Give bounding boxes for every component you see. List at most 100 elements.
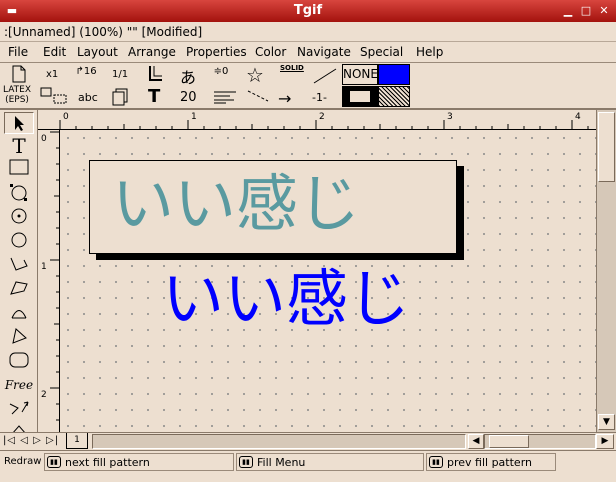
rectangle-tool-icon[interactable] <box>4 158 34 180</box>
redraw-button[interactable]: Redraw <box>4 456 41 467</box>
last-page-icon[interactable]: ▷| <box>46 435 59 446</box>
scroll-down-icon[interactable]: ▼ <box>598 414 615 430</box>
status-right-panel: ▮▮ prev fill pattern <box>426 453 556 471</box>
prev-page-icon[interactable]: ◁ <box>20 435 29 446</box>
oval-corner-tool-icon[interactable] <box>4 182 34 204</box>
latex-eps-button[interactable]: LATEX (EPS) <box>3 85 31 105</box>
eps-label: (EPS) <box>5 95 29 105</box>
toolbar: x1 ↱16 1/1 あ ≑0 ☆ SOLID NONE LATEX (EPS)… <box>0 63 616 110</box>
copy-page-icon[interactable] <box>112 87 130 107</box>
arrow-size-button[interactable]: ↱16 <box>72 66 100 77</box>
ruler-h-2: 2 <box>319 112 325 122</box>
mouse-left-icon: ▮▮ <box>47 456 61 468</box>
boxed-text[interactable]: いい感じ <box>112 165 360 243</box>
menu-arrange[interactable]: Arrange <box>128 45 176 59</box>
ruler-h-4: 4 <box>575 112 581 122</box>
status-right-text: prev fill pattern <box>447 456 532 469</box>
solid-label[interactable]: SOLID <box>280 64 304 72</box>
poly-line-tool-icon[interactable] <box>4 254 34 276</box>
window-title: Tgif <box>293 3 323 18</box>
jp-font-char[interactable]: あ <box>180 64 196 88</box>
menu-navigate[interactable]: Navigate <box>297 45 351 59</box>
fill-pattern-swatch[interactable] <box>378 86 410 107</box>
color-swatch-blue[interactable] <box>378 64 410 85</box>
file-status-line: :[Unnamed] (100%) "" [Modified] <box>0 22 616 42</box>
ruler-h-3: 3 <box>447 112 453 122</box>
text-box-frame[interactable]: いい感じ <box>89 160 457 254</box>
status-bar: Redraw ▮▮ next fill pattern ▮▮ Fill Menu… <box>0 450 616 482</box>
fill-none-label[interactable]: NONE <box>342 64 378 85</box>
page-tab-scroll-area <box>92 434 466 449</box>
vertical-ruler: 0 1 2 <box>38 130 60 432</box>
window-titlebar: Tgif <box>0 0 616 22</box>
oval-edge-tool-icon[interactable] <box>4 230 34 252</box>
menu-properties[interactable]: Properties <box>186 45 247 59</box>
menu-help[interactable]: Help <box>416 45 443 59</box>
status-left-text: next fill pattern <box>65 456 150 469</box>
close-icon[interactable]: ✕ <box>596 3 612 18</box>
first-page-icon[interactable]: |◁ <box>3 435 16 446</box>
new-file-icon[interactable] <box>10 65 28 85</box>
ruler-v-1: 1 <box>41 262 47 272</box>
oval-center-tool-icon[interactable] <box>4 206 34 228</box>
status-middle-panel: ▮▮ Fill Menu <box>236 453 424 471</box>
freehand-tool-icon[interactable]: Free <box>4 374 34 396</box>
menu-bar: File Edit Layout Arrange Properties Colo… <box>0 43 616 63</box>
menu-special[interactable]: Special <box>360 45 403 59</box>
minimize-icon[interactable]: ▁ <box>560 3 576 18</box>
menu-layout[interactable]: Layout <box>77 45 118 59</box>
ratio-label[interactable]: 1/1 <box>112 69 128 80</box>
spacing-icon: ≑ <box>213 66 222 77</box>
window-menu-icon[interactable]: ▬ <box>4 3 20 18</box>
group-icon[interactable] <box>40 87 68 105</box>
ruler-h-0: 0 <box>63 112 69 122</box>
menu-file[interactable]: File <box>8 45 28 59</box>
line-style-icon[interactable] <box>312 65 338 85</box>
spacing-label: 0 <box>222 66 229 77</box>
horizontal-ruler: 0 1 2 3 4 <box>38 110 596 130</box>
rotate-tool-icon[interactable] <box>4 398 34 420</box>
arrow-size-label: 16 <box>83 66 97 77</box>
ruler-v-0: 0 <box>41 134 47 144</box>
dashed-arrow-icon[interactable] <box>246 87 272 105</box>
menu-edit[interactable]: Edit <box>43 45 66 59</box>
mouse-right-icon: ▮▮ <box>429 456 443 468</box>
page-nav-buttons[interactable]: |◁ ◁ ▷ ▷| <box>3 435 59 446</box>
maximize-icon[interactable]: □ <box>578 3 594 18</box>
drawing-canvas[interactable]: いい感じ いい感じ <box>60 130 596 432</box>
ruler-v-2: 2 <box>41 390 47 400</box>
text-font-icon[interactable]: T <box>148 86 160 107</box>
blue-text[interactable]: いい感じ <box>162 260 410 338</box>
mouse-middle-icon: ▮▮ <box>239 456 253 468</box>
arc-tool-icon[interactable] <box>4 302 34 324</box>
rounded-rect-tool-icon[interactable] <box>4 350 34 372</box>
arc-filled-tool-icon[interactable] <box>4 326 34 348</box>
scroll-thumb-h[interactable] <box>489 435 529 448</box>
font-size-label[interactable]: 20 <box>180 90 197 105</box>
latex-label: LATEX <box>3 85 32 95</box>
select-arrow-icon[interactable] <box>4 112 34 134</box>
zoom-x1-label[interactable]: x1 <box>46 69 58 80</box>
page-tab-1[interactable]: 1 <box>66 433 88 449</box>
pen-black-swatch[interactable] <box>342 86 378 107</box>
polygon-tool-icon[interactable] <box>4 278 34 300</box>
horizontal-scrollbar[interactable] <box>484 434 596 449</box>
scroll-left-icon[interactable]: ◀ <box>468 434 484 449</box>
align-left-bottom-icon[interactable] <box>146 64 164 84</box>
menu-color[interactable]: Color <box>255 45 286 59</box>
page-navigation-bar: |◁ ◁ ▷ ▷| 1 ◀ ▶ <box>0 432 616 450</box>
dash-one-label[interactable]: -1- <box>312 91 327 104</box>
status-left-panel: ▮▮ next fill pattern <box>44 453 234 471</box>
scroll-right-icon[interactable]: ▶ <box>596 434 614 449</box>
text-abc-label[interactable]: abc <box>78 91 98 104</box>
text-tool-icon[interactable]: T <box>4 135 34 157</box>
line-spacing-button[interactable]: ≑0 <box>210 66 232 77</box>
scroll-thumb-v[interactable] <box>598 112 615 182</box>
arrow-right-icon[interactable]: → <box>278 89 291 108</box>
justify-left-icon[interactable] <box>212 89 238 105</box>
next-page-icon[interactable]: ▷ <box>33 435 42 446</box>
curved-arrow-icon: ↱ <box>75 66 84 77</box>
more-tools-icon[interactable] <box>4 420 34 432</box>
vertical-scrollbar[interactable]: ▼ <box>596 110 616 432</box>
star-icon[interactable]: ☆ <box>246 63 264 87</box>
